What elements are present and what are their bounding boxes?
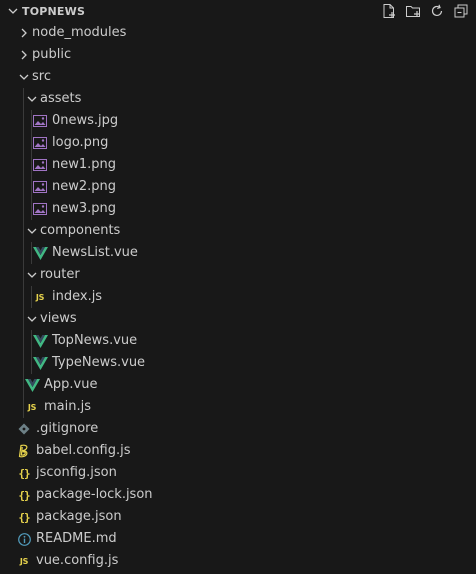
vue-file-icon (32, 330, 48, 352)
tree-file[interactable]: 0news.jpg (0, 110, 476, 132)
tree-item-label: NewsList.vue (52, 245, 138, 260)
tree-item-label: package-lock.json (36, 487, 153, 502)
json-file-icon: {} (18, 466, 30, 480)
tree-item-label: router (40, 267, 80, 282)
tree-item-label: index.js (52, 289, 103, 304)
tree-folder[interactable]: public (0, 44, 476, 66)
indent-guide (23, 88, 24, 418)
image-file-icon (32, 198, 48, 220)
json-file-icon: {} (18, 510, 30, 524)
tree-file[interactable]: JS index.js (0, 286, 476, 308)
tree-file[interactable]: babel.config.js (0, 440, 476, 462)
tree-file[interactable]: App.vue (0, 374, 476, 396)
image-file-icon (32, 176, 48, 198)
chevron-down-icon[interactable] (6, 4, 20, 18)
tree-file[interactable]: README.md (0, 528, 476, 550)
tree-item-label: vue.config.js (36, 553, 119, 568)
tree-item-label: jsconfig.json (36, 465, 117, 480)
chevron-down-icon[interactable] (24, 308, 40, 330)
tree-item-label: public (32, 47, 72, 62)
tree-file[interactable]: NewsList.vue (0, 242, 476, 264)
tree-item-label: new3.png (52, 201, 117, 216)
tree-file[interactable]: {} package-lock.json (0, 484, 476, 506)
vue-file-icon (24, 374, 40, 396)
explorer-title: TOPNEWS (22, 4, 86, 18)
tree-folder[interactable]: assets (0, 88, 476, 110)
indent-guide (31, 330, 32, 374)
chevron-down-icon[interactable] (24, 88, 40, 110)
tree-item-label: babel.config.js (36, 443, 131, 458)
tree-file[interactable]: new2.png (0, 176, 476, 198)
tree-folder[interactable]: src (0, 66, 476, 88)
tree-folder[interactable]: views (0, 308, 476, 330)
file-tree: node_modulespublic src assets 0news.jpg logo… (0, 22, 476, 572)
explorer-panel: TOPNEWS node_modules public src assets 0… (0, 0, 476, 574)
collapse-all-icon[interactable] (452, 2, 470, 20)
image-file-icon (32, 110, 48, 132)
tree-file[interactable]: JS main.js (0, 396, 476, 418)
tree-file[interactable]: logo.png (0, 132, 476, 154)
tree-item-label: new2.png (52, 179, 117, 194)
tree-item-label: src (32, 69, 51, 84)
tree-file[interactable]: {} jsconfig.json (0, 462, 476, 484)
js-file-icon: JS (27, 402, 37, 412)
tree-file[interactable]: JS vue.config.js (0, 550, 476, 572)
tree-item-label: components (40, 223, 121, 238)
vue-file-icon (32, 242, 48, 264)
tree-file[interactable]: TypeNews.vue (0, 352, 476, 374)
vue-file-icon (32, 352, 48, 374)
tree-item-label: package.json (36, 509, 122, 524)
image-file-icon (32, 154, 48, 176)
tree-item-label: .gitignore (36, 421, 99, 436)
explorer-header[interactable]: TOPNEWS (0, 0, 476, 22)
tree-file[interactable]: {} package.json (0, 506, 476, 528)
tree-item-label: main.js (44, 399, 91, 414)
info-file-icon (16, 528, 32, 550)
image-file-icon (32, 132, 48, 154)
chevron-down-icon[interactable] (16, 66, 32, 88)
babel-file-icon (16, 440, 32, 462)
js-file-icon: JS (35, 292, 45, 302)
new-folder-icon[interactable] (404, 2, 422, 20)
tree-item-label: README.md (36, 531, 117, 546)
tree-item-label: views (40, 311, 77, 326)
chevron-down-icon[interactable] (24, 264, 40, 286)
tree-file[interactable]: .gitignore (0, 418, 476, 440)
tree-file[interactable]: new1.png (0, 154, 476, 176)
explorer-actions (380, 2, 470, 20)
json-file-icon: {} (18, 488, 30, 502)
chevron-right-icon[interactable] (16, 44, 32, 66)
tree-item-label: App.vue (44, 377, 98, 392)
git-file-icon (16, 418, 32, 440)
tree-item-label: TypeNews.vue (52, 355, 146, 370)
tree-item-label: TopNews.vue (52, 333, 138, 348)
chevron-down-icon[interactable] (24, 220, 40, 242)
tree-item-label: 0news.jpg (52, 113, 119, 128)
tree-item-label: assets (40, 91, 82, 106)
indent-guide (31, 110, 32, 220)
tree-folder[interactable]: components (0, 220, 476, 242)
new-file-icon[interactable] (380, 2, 398, 20)
tree-file[interactable]: new3.png (0, 198, 476, 220)
tree-file[interactable]: TopNews.vue (0, 330, 476, 352)
indent-guide (31, 286, 32, 308)
refresh-icon[interactable] (428, 2, 446, 20)
js-file-icon: JS (19, 556, 29, 566)
tree-folder[interactable]: router (0, 264, 476, 286)
tree-item-label: logo.png (52, 135, 109, 150)
indent-guide (31, 242, 32, 264)
tree-item-label: new1.png (52, 157, 117, 172)
tree-folder[interactable]: node_modules (0, 22, 476, 44)
chevron-right-icon[interactable] (16, 22, 32, 44)
tree-item-label: node_modules (32, 25, 127, 40)
